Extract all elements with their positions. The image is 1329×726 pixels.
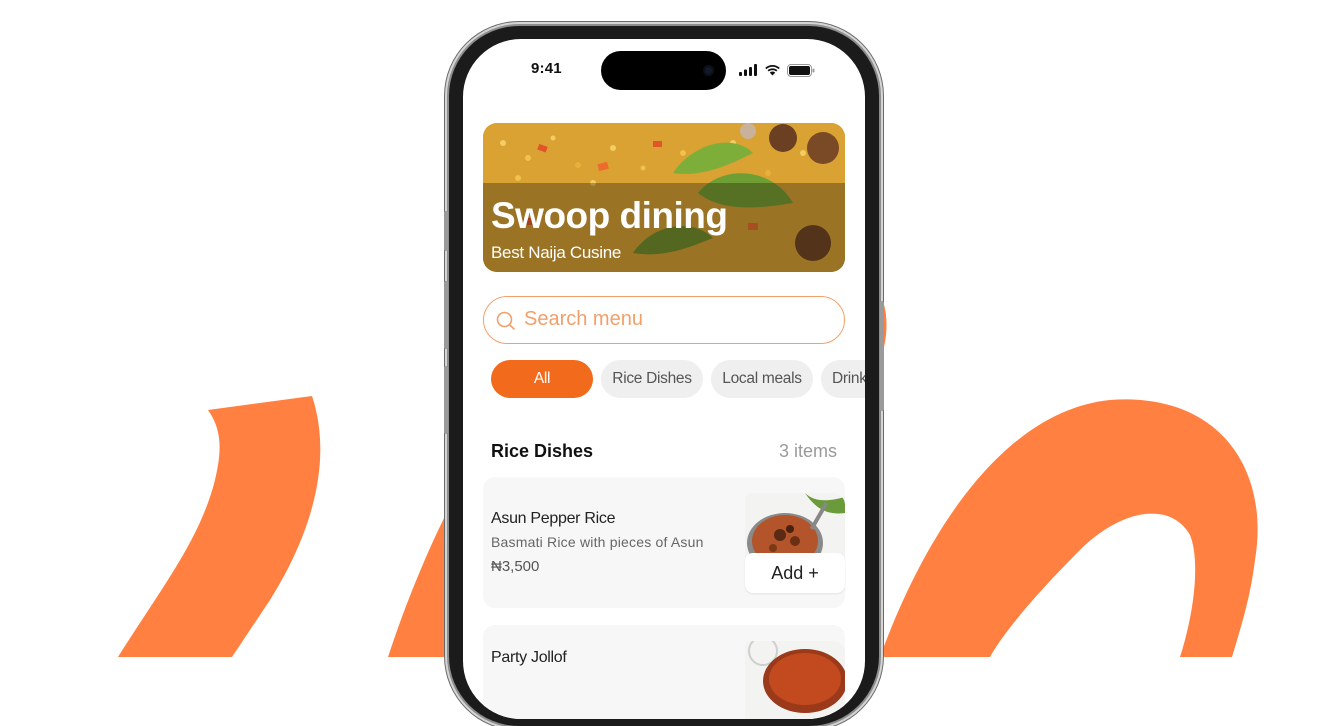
phone-volume-up-button bbox=[444, 281, 448, 349]
category-filter-bar: All Rice Dishes Local meals Drinks bbox=[491, 360, 865, 399]
filter-chip-label: Drinks bbox=[832, 370, 865, 387]
battery-icon bbox=[787, 63, 815, 77]
menu-item-name: Asun Pepper Rice bbox=[491, 510, 616, 527]
restaurant-subtitle: Best Naija Cusine bbox=[491, 243, 622, 262]
phone-frame: 9:41 Swoop dining Best Naija Cusine Sear… bbox=[444, 26, 884, 726]
menu-item-card[interactable]: Asun Pepper Rice Basmati Rice with piece… bbox=[483, 477, 845, 608]
add-to-cart-button[interactable]: Add + bbox=[745, 553, 845, 593]
front-camera-icon bbox=[703, 65, 714, 76]
cellular-signal-icon bbox=[739, 64, 757, 76]
filter-chip-drinks[interactable]: Drinks bbox=[821, 360, 865, 398]
filter-chip-all[interactable]: All bbox=[491, 360, 593, 398]
menu-item-name: Party Jollof bbox=[491, 649, 567, 666]
wifi-icon bbox=[765, 65, 780, 76]
filter-chip-rice-dishes[interactable]: Rice Dishes bbox=[601, 360, 703, 398]
menu-item-photo bbox=[745, 641, 845, 719]
status-bar: 9:41 bbox=[463, 39, 865, 99]
menu-item-description: Basmati Rice with pieces of Asun bbox=[491, 534, 704, 550]
filter-chip-label: Local meals bbox=[722, 370, 802, 387]
status-time: 9:41 bbox=[531, 60, 562, 77]
dynamic-island bbox=[601, 51, 726, 90]
search-input[interactable] bbox=[524, 307, 824, 331]
menu-item-price: ₦3,500 bbox=[491, 558, 540, 575]
menu-item-card[interactable]: Party Jollof bbox=[483, 625, 845, 719]
search-bar[interactable] bbox=[483, 296, 845, 344]
filter-chip-label: Rice Dishes bbox=[612, 370, 692, 387]
restaurant-title: Swoop dining bbox=[491, 195, 728, 236]
phone-action-button bbox=[444, 211, 448, 251]
search-icon bbox=[496, 311, 515, 330]
filter-chip-local-meals[interactable]: Local meals bbox=[711, 360, 813, 398]
phone-volume-down-button bbox=[444, 366, 448, 434]
status-icons bbox=[739, 63, 815, 77]
app-screen: 9:41 Swoop dining Best Naija Cusine Sear… bbox=[463, 39, 865, 719]
hero-banner: Swoop dining Best Naija Cusine bbox=[483, 123, 845, 272]
section-item-count: 3 items bbox=[778, 441, 837, 461]
phone-power-button bbox=[880, 301, 884, 411]
filter-chip-label: All bbox=[533, 370, 551, 387]
section-title: Rice Dishes bbox=[491, 441, 594, 461]
